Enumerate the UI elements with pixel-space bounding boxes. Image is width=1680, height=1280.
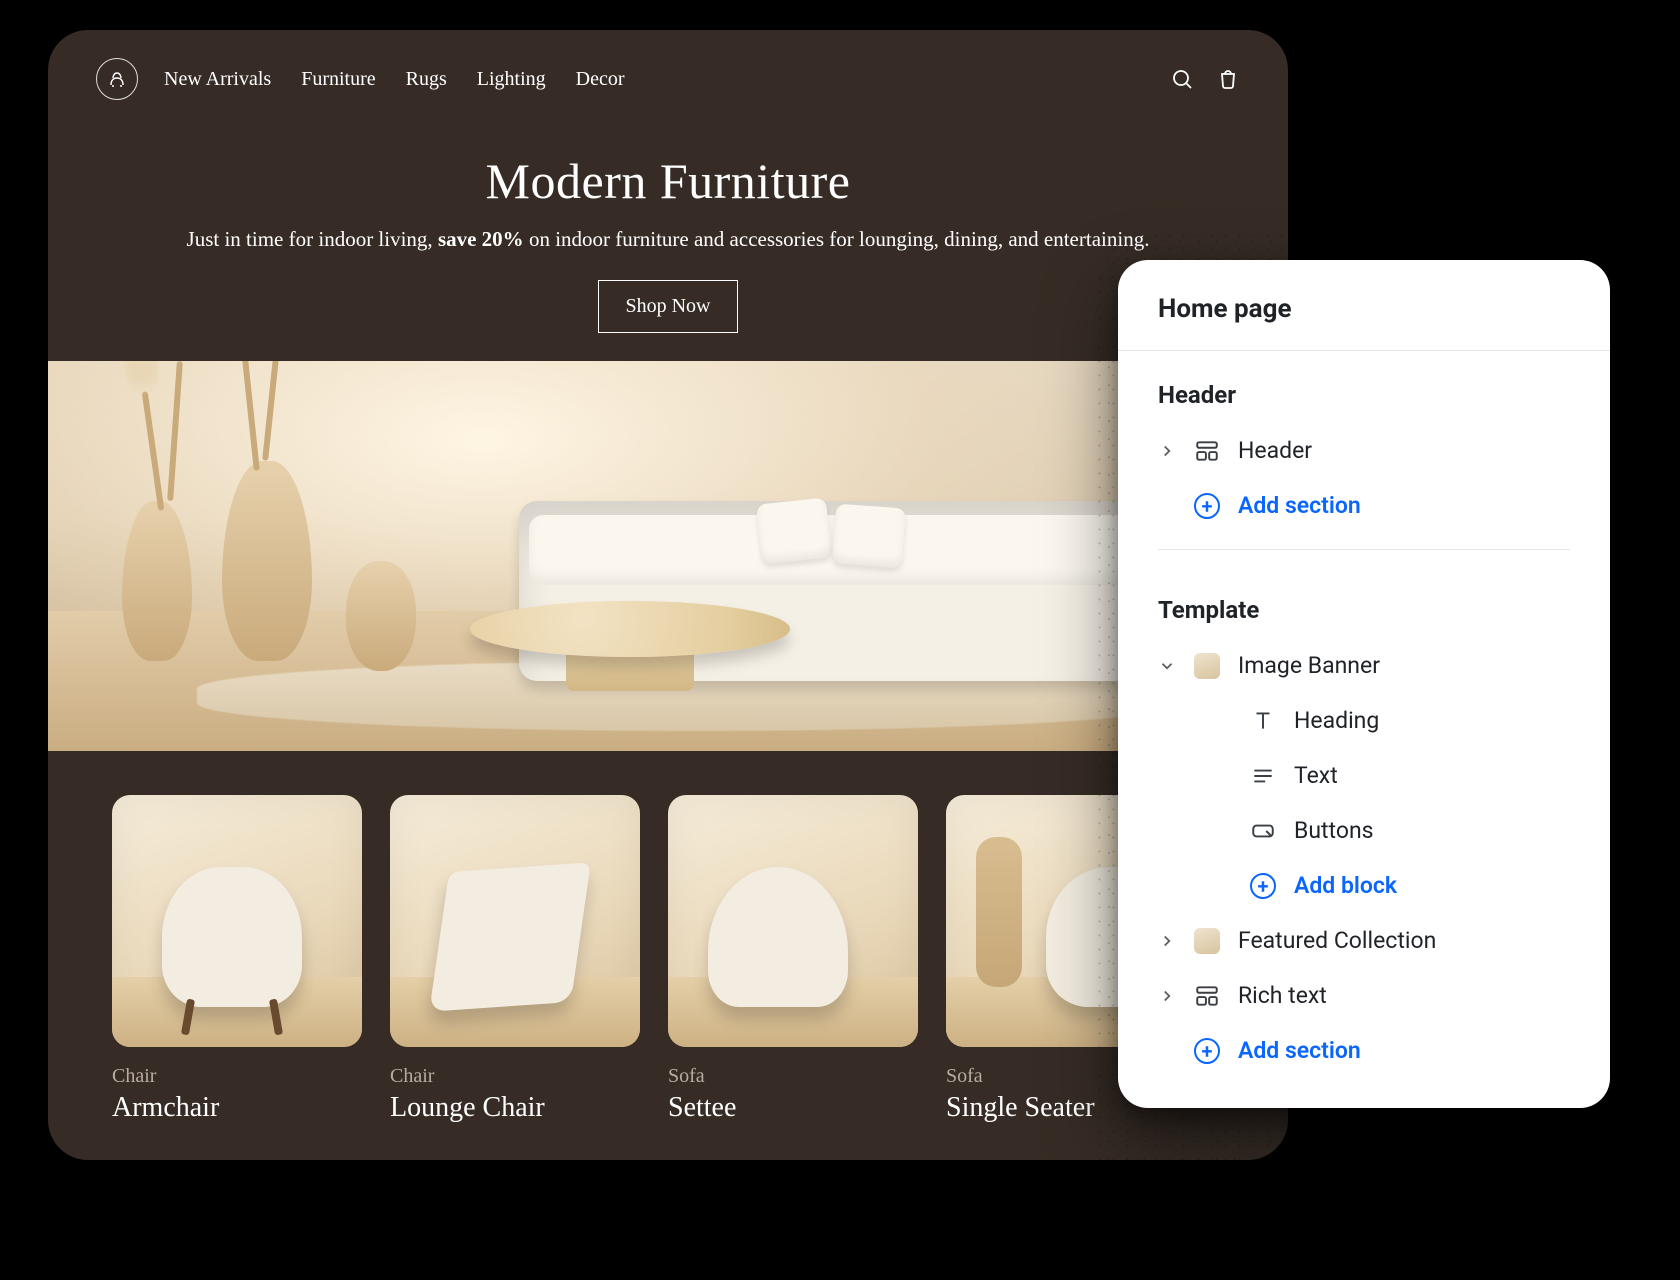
chevron-right-icon <box>1158 442 1176 460</box>
section-label: Featured Collection <box>1238 927 1436 954</box>
product-thumb <box>112 795 362 1047</box>
theme-editor-panel: Home page Header Header + Add section Te… <box>1118 260 1610 1108</box>
chevron-down-icon <box>1158 657 1176 675</box>
group-header: Header <box>1118 351 1610 423</box>
product-card[interactable]: Chair Armchair <box>112 795 362 1124</box>
hero-title: Modern Furniture <box>88 152 1248 210</box>
text-lines-icon <box>1250 763 1276 789</box>
store-header: New Arrivals Furniture Rugs Lighting Dec… <box>48 30 1288 118</box>
chevron-right-icon <box>1158 932 1176 950</box>
section-rich-text[interactable]: Rich text <box>1118 968 1610 1023</box>
add-block[interactable]: + Add block <box>1118 858 1610 913</box>
product-category: Chair <box>390 1065 640 1088</box>
search-icon[interactable] <box>1170 67 1194 91</box>
section-label: Header <box>1238 437 1312 464</box>
nav-new-arrivals[interactable]: New Arrivals <box>164 68 271 91</box>
product-name: Lounge Chair <box>390 1092 640 1124</box>
button-icon <box>1250 818 1276 844</box>
group-template: Template <box>1118 566 1610 638</box>
add-section-template[interactable]: + Add section <box>1118 1023 1610 1078</box>
nav-decor[interactable]: Decor <box>576 68 625 91</box>
plus-circle-icon: + <box>1194 493 1220 519</box>
image-swatch-icon <box>1194 653 1220 679</box>
nav-rugs[interactable]: Rugs <box>406 68 447 91</box>
chevron-right-icon <box>1158 987 1176 1005</box>
block-heading[interactable]: Heading <box>1118 693 1610 748</box>
panel-title: Home page <box>1118 260 1610 351</box>
section-featured-collection[interactable]: Featured Collection <box>1118 913 1610 968</box>
section-label: Rich text <box>1238 982 1327 1009</box>
hero-subtitle: Just in time for indoor living, save 20%… <box>88 224 1248 254</box>
primary-nav: New Arrivals Furniture Rugs Lighting Dec… <box>164 68 625 91</box>
product-name: Armchair <box>112 1092 362 1124</box>
block-label: Heading <box>1294 707 1379 734</box>
product-card[interactable]: Sofa Settee <box>668 795 918 1124</box>
plus-circle-icon: + <box>1194 1038 1220 1064</box>
cart-icon[interactable] <box>1216 67 1240 91</box>
shop-now-button[interactable]: Shop Now <box>598 280 737 333</box>
block-label: Text <box>1294 762 1338 789</box>
product-card[interactable]: Chair Lounge Chair <box>390 795 640 1124</box>
add-section-header[interactable]: + Add section <box>1118 478 1610 533</box>
block-text[interactable]: Text <box>1118 748 1610 803</box>
product-thumb <box>390 795 640 1047</box>
nav-furniture[interactable]: Furniture <box>301 68 375 91</box>
section-label: Image Banner <box>1238 652 1380 679</box>
section-layout-icon <box>1194 983 1220 1009</box>
image-swatch-icon <box>1194 928 1220 954</box>
section-image-banner[interactable]: Image Banner <box>1118 638 1610 693</box>
block-buttons[interactable]: Buttons <box>1118 803 1610 858</box>
product-thumb <box>668 795 918 1047</box>
heading-type-icon <box>1250 708 1276 734</box>
product-category: Sofa <box>668 1065 918 1088</box>
section-layout-icon <box>1194 438 1220 464</box>
divider <box>1158 549 1570 550</box>
plus-circle-icon: + <box>1250 873 1276 899</box>
brand-logo[interactable] <box>96 58 138 100</box>
block-label: Buttons <box>1294 817 1374 844</box>
product-name: Settee <box>668 1092 918 1124</box>
product-category: Chair <box>112 1065 362 1088</box>
section-header[interactable]: Header <box>1118 423 1610 478</box>
nav-lighting[interactable]: Lighting <box>477 68 546 91</box>
